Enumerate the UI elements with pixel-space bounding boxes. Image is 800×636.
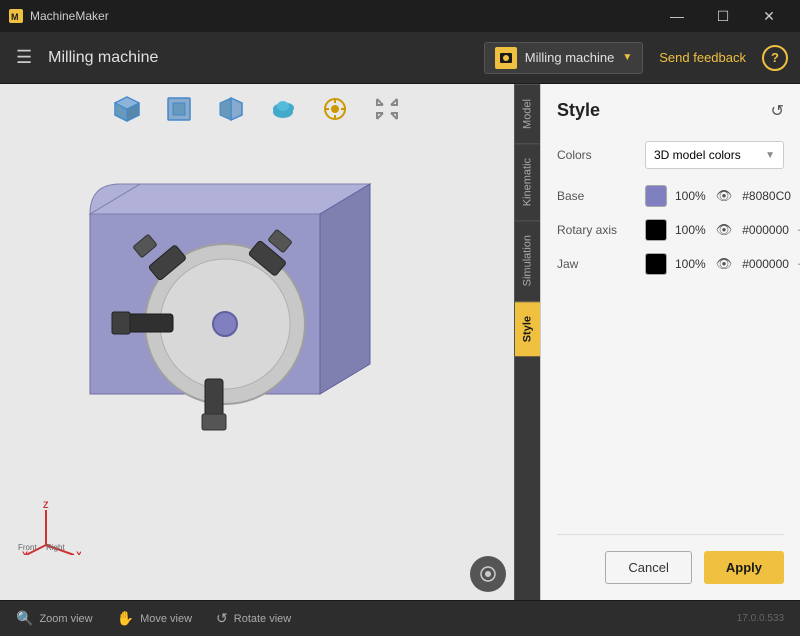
axis-indicator: Z X Y Front Right: [16, 490, 76, 550]
color-row-base: Base 100% 👁 #8080C0 ⋯: [557, 185, 784, 207]
front-view-button[interactable]: [161, 91, 197, 127]
base-hex-code: #8080C0: [742, 189, 791, 203]
machine-name: Milling machine: [525, 50, 615, 65]
tab-model[interactable]: Model: [515, 84, 540, 143]
jaw-color-swatch[interactable]: [645, 253, 667, 275]
colors-select-value: 3D model colors: [654, 148, 741, 162]
base-label: Base: [557, 189, 637, 203]
jaw-hex-code: #000000: [742, 257, 789, 271]
app-name: MachineMaker: [30, 9, 109, 23]
rotate-icon: ↺: [216, 610, 228, 627]
app-logo-icon: M: [8, 8, 24, 24]
zoom-view-label: Zoom view: [39, 613, 92, 625]
move-view-tool[interactable]: ✋ Move view: [117, 610, 192, 627]
machine-selector[interactable]: Milling machine ▼: [484, 42, 644, 74]
hamburger-menu-button[interactable]: ☰: [12, 43, 36, 72]
color-row-jaw: Jaw 100% 👁 #000000 ⋯: [557, 253, 784, 275]
explode-button[interactable]: [265, 91, 301, 127]
maximize-button[interactable]: ☐: [700, 0, 746, 32]
side-view-button[interactable]: [213, 91, 249, 127]
viewport: Z X Y Front Right: [0, 84, 514, 600]
reset-button[interactable]: ↺: [771, 101, 784, 121]
svg-text:X: X: [76, 550, 81, 555]
dropdown-arrow-icon: ▼: [622, 52, 632, 63]
app-title: Milling machine: [48, 49, 158, 67]
rotary-visibility-button[interactable]: 👁: [714, 220, 735, 240]
move-view-label: Move view: [140, 613, 192, 625]
tab-kinematic[interactable]: Kinematic: [515, 143, 540, 220]
bottom-bar: 🔍 Zoom view ✋ Move view ↺ Rotate view 17…: [0, 600, 800, 636]
base-visibility-button[interactable]: 👁: [714, 186, 735, 206]
jaw-visibility-button[interactable]: 👁: [714, 254, 735, 274]
move-icon: ✋: [117, 610, 134, 627]
minimize-button[interactable]: —: [654, 0, 700, 32]
cancel-button[interactable]: Cancel: [605, 551, 691, 584]
colors-row: Colors 3D model colors ▼: [557, 141, 784, 169]
svg-text:M: M: [11, 12, 19, 22]
panel-title: Style: [557, 100, 600, 121]
panel-header: Style ↺: [557, 100, 784, 121]
rotary-hex-code: #000000: [742, 223, 789, 237]
help-button[interactable]: ?: [762, 45, 788, 71]
tab-style[interactable]: Style: [515, 301, 540, 356]
titlebar-controls: — ☐ ✕: [654, 0, 792, 32]
jaw-label: Jaw: [557, 257, 637, 271]
rotary-opacity: 100%: [675, 223, 706, 237]
rotary-color-swatch[interactable]: [645, 219, 667, 241]
rotate-view-tool[interactable]: ↺ Rotate view: [216, 610, 291, 627]
zoom-icon: 🔍: [16, 610, 33, 627]
feedback-button[interactable]: Send feedback: [659, 50, 746, 65]
style-panel: Style ↺ Colors 3D model colors ▼ Base 10…: [540, 84, 800, 600]
colors-select[interactable]: 3D model colors ▼: [645, 141, 784, 169]
machine-3d-model: [30, 154, 410, 494]
toolbar-right: Milling machine ▼ Send feedback ?: [484, 42, 788, 74]
side-tab-panel: Model Kinematic Simulation Style: [514, 84, 540, 600]
rotary-label: Rotary axis: [557, 223, 637, 237]
svg-text:Z: Z: [43, 500, 49, 510]
base-color-swatch[interactable]: [645, 185, 667, 207]
rotate-view-label: Rotate view: [234, 613, 291, 625]
camera-reset-button[interactable]: [470, 556, 506, 592]
colors-label: Colors: [557, 148, 637, 162]
3d-view-area[interactable]: Z X Y Front Right: [0, 134, 514, 600]
close-button[interactable]: ✕: [746, 0, 792, 32]
machine-icon: [495, 47, 517, 69]
color-row-rotary: Rotary axis 100% 👁 #000000 ⋯: [557, 219, 784, 241]
zoom-view-tool[interactable]: 🔍 Zoom view: [16, 610, 93, 627]
main-content: Z X Y Front Right: [0, 84, 800, 600]
colors-dropdown-arrow-icon: ▼: [765, 150, 775, 161]
svg-text:Front: Front: [18, 543, 37, 552]
perspective-view-button[interactable]: [109, 91, 145, 127]
bottom-right: 17.0.0.533: [737, 613, 784, 624]
version-label: 17.0.0.533: [737, 613, 784, 624]
bottom-tools: 🔍 Zoom view ✋ Move view ↺ Rotate view: [16, 610, 291, 627]
jaw-opacity: 100%: [675, 257, 706, 271]
fit-view-button[interactable]: [369, 91, 405, 127]
tab-simulation[interactable]: Simulation: [515, 220, 540, 300]
base-opacity: 100%: [675, 189, 706, 203]
measure-button[interactable]: [317, 91, 353, 127]
viewport-toolbar: [0, 84, 514, 134]
titlebar: M MachineMaker — ☐ ✕: [0, 0, 800, 32]
main-toolbar: ☰ Milling machine Milling machine ▼ Send…: [0, 32, 800, 84]
svg-text:Right: Right: [46, 543, 65, 552]
titlebar-left: M MachineMaker: [8, 8, 109, 24]
apply-button[interactable]: Apply: [704, 551, 784, 584]
